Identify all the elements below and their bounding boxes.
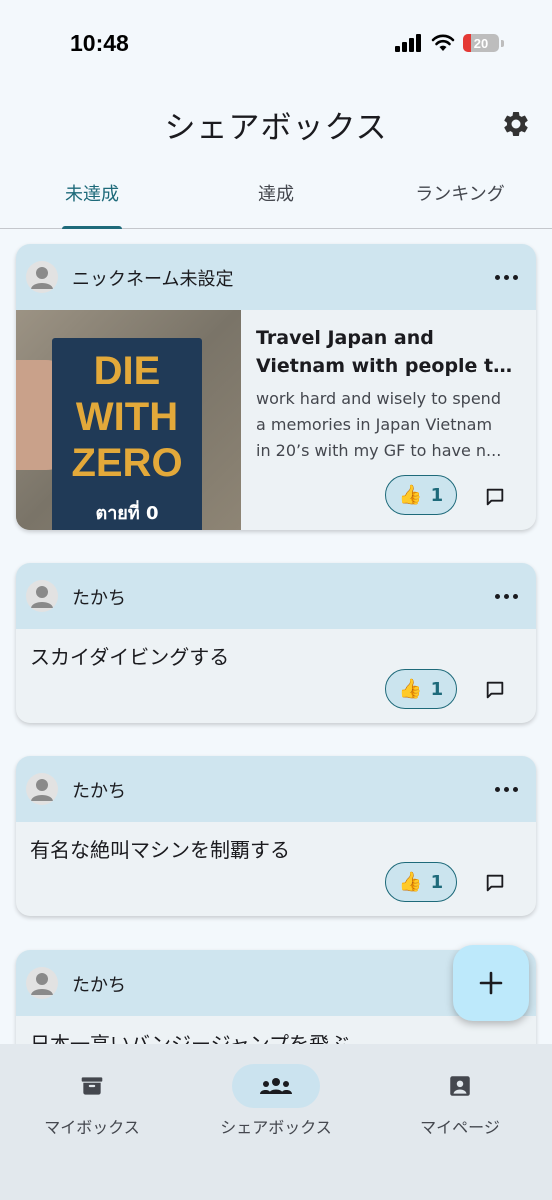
wifi-icon (431, 34, 455, 51)
comment-icon (486, 488, 504, 506)
status-bar: 10:48 20 (0, 0, 552, 90)
book-cover: DIE WITH ZERO ตายที่ 0 (52, 338, 202, 530)
avatar[interactable] (26, 773, 58, 805)
nav-label: マイページ (420, 1118, 500, 1137)
goal-card[interactable]: ニックネーム未設定 DIE WITH ZERO ตายที่ 0 Travel … (16, 244, 536, 530)
tab-bar: 未達成 達成 ランキング (0, 168, 552, 229)
card-header: ニックネーム未設定 (16, 244, 536, 310)
avatar[interactable] (26, 261, 58, 293)
username: たかち (72, 781, 126, 802)
like-button[interactable]: 👍 1 (385, 475, 457, 515)
book-title: DIE WITH ZERO (71, 349, 183, 485)
like-count: 1 (430, 871, 444, 893)
tab-complete[interactable]: 達成 (184, 180, 368, 206)
tab-incomplete[interactable]: 未達成 (0, 180, 184, 206)
comment-button[interactable] (479, 481, 511, 513)
comment-button[interactable] (479, 674, 511, 706)
status-time: 10:48 (70, 30, 129, 56)
username: たかち (72, 588, 126, 609)
goal-card[interactable]: たかち スカイダイビングする 👍 1 (16, 563, 536, 723)
comment-button[interactable] (479, 867, 511, 899)
battery-icon: 20 (463, 34, 499, 52)
box-icon (81, 1077, 103, 1095)
like-count: 1 (430, 484, 444, 506)
more-options-button[interactable] (490, 583, 522, 609)
battery-level: 20 (473, 35, 489, 51)
goal-card[interactable]: たかち 有名な絶叫マシンを制覇する 👍 1 (16, 756, 536, 916)
thumbs-up-icon: 👍 (398, 870, 423, 893)
nav-share-box[interactable]: シェアボックス (184, 1064, 368, 1144)
goal-title: スカイダイビングする (30, 645, 230, 669)
thumbs-up-icon: 👍 (398, 483, 423, 506)
tab-ranking[interactable]: ランキング (368, 180, 552, 206)
comment-icon (486, 874, 504, 892)
username: ニックネーム未設定 (72, 269, 234, 290)
nav-my-page[interactable]: マイページ (368, 1064, 552, 1144)
like-count: 1 (430, 678, 444, 700)
account-box-icon (450, 1076, 470, 1096)
like-button[interactable]: 👍 1 (385, 669, 457, 709)
group-icon (260, 1078, 292, 1094)
card-header: たかち (16, 756, 536, 822)
book-subtitle: ตายที่ 0 (95, 503, 159, 524)
plus-icon (479, 971, 503, 995)
gear-icon (504, 111, 528, 136)
status-icons: 20 (395, 34, 504, 52)
person-icon (31, 267, 53, 289)
avatar[interactable] (26, 580, 58, 612)
like-button[interactable]: 👍 1 (385, 862, 457, 902)
username: たかち (72, 975, 126, 996)
tab-indicator (62, 226, 122, 229)
person-icon (31, 586, 53, 608)
settings-button[interactable] (498, 106, 534, 142)
person-icon (31, 973, 53, 995)
avatar[interactable] (26, 967, 58, 999)
more-options-button[interactable] (490, 776, 522, 802)
signal-icon (395, 34, 421, 52)
thumbs-up-icon: 👍 (398, 677, 423, 700)
bottom-navigation: マイボックス シェアボックス マイページ (0, 1044, 552, 1200)
comment-icon (486, 681, 504, 699)
goal-description: work hard and wisely to spend a memories… (256, 389, 502, 460)
card-header: たかち (16, 563, 536, 629)
nav-my-box[interactable]: マイボックス (0, 1064, 184, 1144)
goal-photo[interactable]: DIE WITH ZERO ตายที่ 0 (16, 310, 241, 530)
add-goal-button[interactable] (453, 945, 529, 1021)
more-options-button[interactable] (490, 264, 522, 290)
goal-title: 有名な絶叫マシンを制覇する (30, 838, 290, 862)
nav-label: シェアボックス (220, 1118, 332, 1137)
nav-label: マイボックス (44, 1118, 140, 1137)
page-title: シェアボックス (164, 110, 388, 146)
person-icon (31, 779, 53, 801)
goal-title: Travel Japan and Vietnam with people th.… (256, 327, 524, 377)
app-header: シェアボックス (0, 92, 552, 156)
